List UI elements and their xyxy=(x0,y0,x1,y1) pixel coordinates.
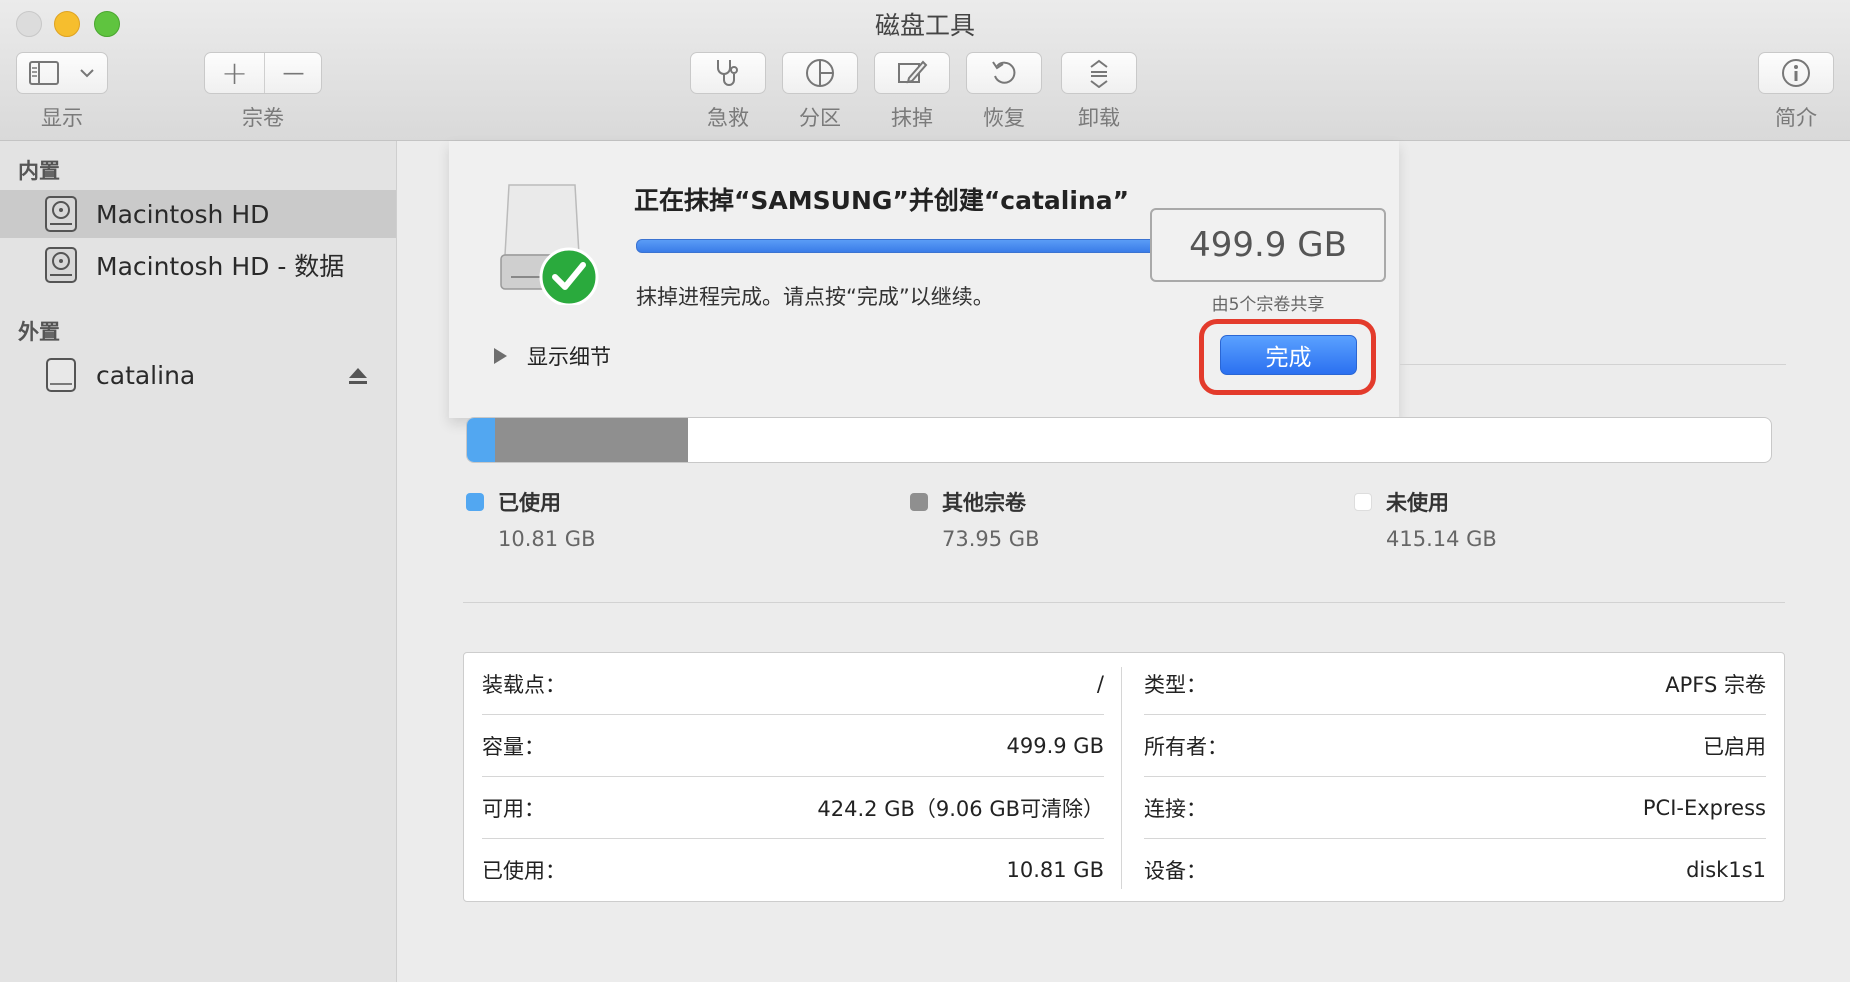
detail-key: 所有者： xyxy=(1144,734,1228,759)
internal-disk-icon xyxy=(44,246,78,284)
erase-label: 抹掉 xyxy=(891,106,933,130)
legend-free-label: 未使用 xyxy=(1386,491,1449,515)
sidebar-item-macintosh-hd-data[interactable]: Macintosh HD - 数据 xyxy=(0,241,396,289)
sidebar-item-label: catalina xyxy=(96,360,196,390)
info-button[interactable] xyxy=(1758,52,1834,94)
detail-value: 424.2 GB（9.06 GB可清除） xyxy=(817,796,1104,821)
erase-button[interactable] xyxy=(874,52,950,94)
usage-bar xyxy=(466,417,1772,463)
detail-value: 499.9 GB xyxy=(1006,733,1104,758)
free-swatch xyxy=(1354,493,1372,511)
view-label: 显示 xyxy=(41,106,83,130)
add-volume-button[interactable]: + xyxy=(205,54,264,92)
internal-section-header: 内置 xyxy=(18,159,60,183)
detail-value: APFS 宗卷 xyxy=(1665,672,1766,697)
sidebar-item-catalina[interactable]: catalina xyxy=(0,351,396,399)
internal-disk-icon xyxy=(44,195,78,233)
detail-row: 装载点： / xyxy=(482,653,1104,715)
view-button[interactable] xyxy=(16,52,108,94)
unmount-label: 卸载 xyxy=(1078,106,1120,130)
stethoscope-icon xyxy=(717,60,738,86)
detail-value: 已启用 xyxy=(1703,734,1766,759)
detail-key: 设备： xyxy=(1144,859,1207,883)
legend-free-value: 415.14 GB xyxy=(1386,527,1497,551)
restore-arrow-icon xyxy=(992,61,1016,84)
pencil-icon xyxy=(898,60,928,84)
info-label: 简介 xyxy=(1775,106,1817,130)
detail-key: 可用： xyxy=(482,796,545,821)
capacity-subtitle: 由5个宗卷共享 xyxy=(1211,295,1325,315)
unmount-button[interactable] xyxy=(1061,52,1137,94)
sheet-title: 正在抹掉“SAMSUNG”并创建“catalina” xyxy=(634,186,1130,215)
detail-row: 已使用： 10.81 GB xyxy=(482,839,1104,901)
divider xyxy=(463,602,1785,603)
detail-row: 可用： 424.2 GB（9.06 GB可清除） xyxy=(482,777,1104,839)
usage-used-segment xyxy=(467,418,496,462)
show-details-label: 显示细节 xyxy=(527,345,611,369)
drive-complete-icon xyxy=(497,181,601,307)
legend-used-label: 已使用 xyxy=(498,491,561,515)
done-button[interactable]: 完成 xyxy=(1220,335,1357,375)
disclosure-triangle-icon xyxy=(494,348,507,364)
sheet-message: 抹掉进程完成。请点按“完成”以继续。 xyxy=(636,285,994,309)
detail-key: 连接： xyxy=(1144,796,1207,821)
other-swatch xyxy=(910,493,928,511)
used-swatch xyxy=(466,493,484,511)
restore-button[interactable] xyxy=(966,52,1042,94)
partition-button[interactable] xyxy=(782,52,858,94)
chevron-down-icon xyxy=(80,69,94,78)
first-aid-label: 急救 xyxy=(707,106,749,130)
detail-row: 类型： APFS 宗卷 xyxy=(1144,653,1766,715)
detail-value: / xyxy=(1096,671,1104,696)
sidebar: 内置 Macintosh HD Macintosh HD - 数据 外置 cat… xyxy=(0,141,397,982)
legend-other: 其他宗卷 xyxy=(910,487,1026,517)
usage-other-segment xyxy=(495,418,689,462)
volume-label: 宗卷 xyxy=(242,106,284,130)
unmount-icon xyxy=(1090,59,1108,88)
external-section-header: 外置 xyxy=(18,320,60,344)
disk-utility-window: 磁盘工具 显示 + — 宗卷 急救 分区 抹掉 恢复 卸载 简介 内置 Maci… xyxy=(0,0,1850,982)
pie-chart-icon xyxy=(806,59,834,87)
detail-row: 设备： disk1s1 xyxy=(1144,839,1766,901)
sidebar-item-label: Macintosh HD - 数据 xyxy=(96,252,345,281)
column-separator xyxy=(1121,667,1122,889)
detail-value: PCI-Express xyxy=(1642,795,1766,820)
external-disk-icon xyxy=(44,356,78,394)
sidebar-item-label: Macintosh HD xyxy=(96,199,270,229)
detail-value: disk1s1 xyxy=(1686,858,1766,882)
capacity-value: 499.9 GB xyxy=(1150,208,1386,282)
legend-used: 已使用 xyxy=(466,487,561,517)
legend-free: 未使用 xyxy=(1354,487,1449,517)
detail-row: 连接： PCI-Express xyxy=(1144,777,1766,839)
sidebar-icon xyxy=(29,61,59,85)
detail-row: 容量： 499.9 GB xyxy=(482,715,1104,777)
detail-key: 已使用： xyxy=(482,859,566,883)
detail-row: 所有者： 已启用 xyxy=(1144,715,1766,777)
show-details-toggle[interactable]: 显示细节 xyxy=(494,341,611,371)
sidebar-item-macintosh-hd[interactable]: Macintosh HD xyxy=(0,190,396,238)
legend-other-label: 其他宗卷 xyxy=(942,491,1026,515)
legend-used-value: 10.81 GB xyxy=(498,527,596,551)
detail-key: 装载点： xyxy=(482,672,566,697)
legend-other-value: 73.95 GB xyxy=(942,527,1040,551)
detail-key: 类型： xyxy=(1144,672,1207,697)
info-icon xyxy=(1782,59,1810,87)
eject-icon[interactable] xyxy=(348,366,368,386)
volume-segmented-control: + — xyxy=(204,52,322,94)
partition-label: 分区 xyxy=(799,106,841,130)
restore-label: 恢复 xyxy=(983,106,1025,130)
window-title: 磁盘工具 xyxy=(874,11,975,40)
divider xyxy=(1400,364,1786,365)
first-aid-button[interactable] xyxy=(690,52,766,94)
volume-details-table: 装载点： / 容量： 499.9 GB 可用： 424.2 GB（9.06 GB… xyxy=(463,652,1785,902)
toolbar: 磁盘工具 显示 + — 宗卷 急救 分区 抹掉 恢复 卸载 简介 xyxy=(0,0,1850,141)
detail-value: 10.81 GB xyxy=(1006,858,1104,882)
detail-key: 容量： xyxy=(482,734,545,759)
remove-volume-button[interactable]: — xyxy=(264,61,323,86)
